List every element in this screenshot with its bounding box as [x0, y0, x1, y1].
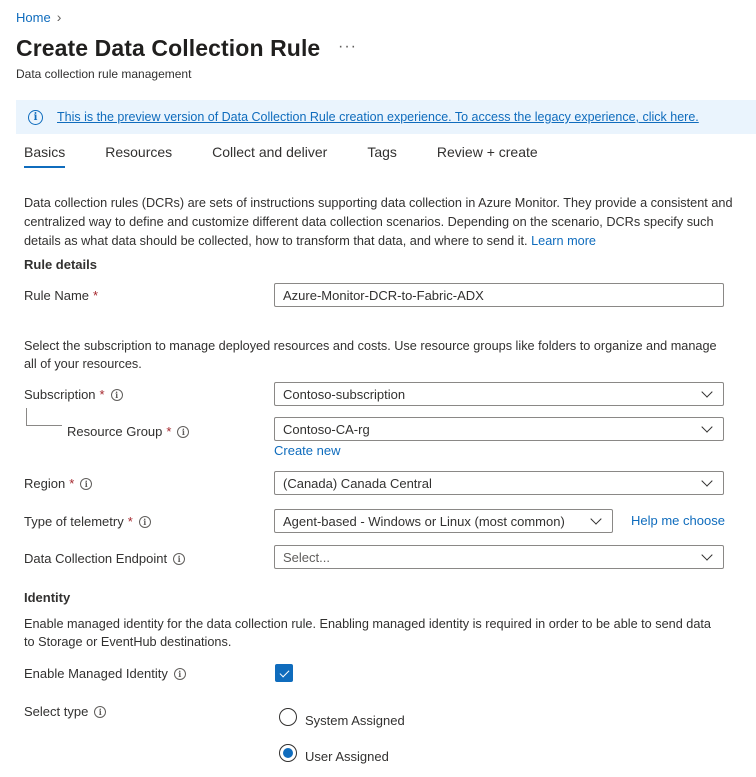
select-type-label-text: Select type — [24, 704, 89, 719]
rule-name-input[interactable]: Azure-Monitor-DCR-to-Fabric-ADX — [274, 283, 724, 307]
required-marker: * — [99, 387, 105, 402]
subscription-label: Subscription * i — [24, 387, 123, 402]
tab-review-create[interactable]: Review + create — [437, 144, 538, 168]
legacy-experience-link[interactable]: This is the preview version of Data Coll… — [57, 110, 699, 124]
endpoint-label: Data Collection Endpoint i — [24, 551, 186, 566]
system-assigned-label[interactable]: System Assigned — [305, 713, 405, 728]
breadcrumb-home-link[interactable]: Home — [16, 10, 51, 25]
tab-tags[interactable]: Tags — [367, 144, 397, 168]
chevron-right-icon: › — [56, 9, 62, 25]
help-me-choose-link[interactable]: Help me choose — [631, 513, 725, 528]
endpoint-dropdown[interactable]: Select... — [274, 545, 724, 569]
tab-bar: Basics Resources Collect and deliver Tag… — [24, 144, 578, 168]
info-icon[interactable]: i — [138, 515, 151, 528]
identity-description: Enable managed identity for the data col… — [24, 617, 711, 649]
chevron-down-icon — [590, 512, 602, 525]
chevron-down-icon — [701, 474, 713, 487]
region-label-text: Region — [24, 476, 66, 491]
chevron-down-icon — [701, 548, 713, 561]
region-dropdown[interactable]: (Canada) Canada Central — [274, 471, 724, 495]
rule-name-value: Azure-Monitor-DCR-to-Fabric-ADX — [283, 287, 484, 303]
required-marker: * — [69, 476, 75, 491]
endpoint-placeholder: Select... — [283, 549, 330, 565]
info-icon[interactable]: i — [173, 552, 186, 565]
resource-group-value: Contoso-CA-rg — [283, 421, 370, 437]
info-icon[interactable]: i — [110, 388, 123, 401]
tab-collect-and-deliver[interactable]: Collect and deliver — [212, 144, 327, 168]
resource-group-label: Resource Group * i — [67, 424, 190, 439]
required-marker: * — [127, 514, 133, 529]
tree-connector — [26, 408, 62, 426]
subscription-dropdown[interactable]: Contoso-subscription — [274, 382, 724, 406]
telemetry-type-value: Agent-based - Windows or Linux (most com… — [283, 513, 565, 529]
page-title: Create Data Collection Rule — [16, 35, 321, 61]
create-new-link[interactable]: Create new — [274, 443, 340, 458]
telemetry-type-label: Type of telemetry * i — [24, 514, 151, 529]
learn-more-link[interactable]: Learn more — [531, 234, 596, 248]
subscription-description: Select the subscription to manage deploy… — [24, 339, 717, 371]
region-label: Region * i — [24, 476, 93, 491]
rule-details-heading: Rule details — [24, 257, 97, 272]
subscription-label-text: Subscription — [24, 387, 96, 402]
info-icon[interactable]: i — [80, 477, 93, 490]
system-assigned-radio[interactable] — [279, 708, 297, 726]
breadcrumb: Home › — [16, 9, 61, 25]
tab-basics[interactable]: Basics — [24, 144, 66, 168]
intro-description: Data collection rules (DCRs) are sets of… — [24, 194, 736, 251]
telemetry-type-dropdown[interactable]: Agent-based - Windows or Linux (most com… — [274, 509, 613, 533]
endpoint-label-text: Data Collection Endpoint — [24, 551, 168, 566]
rule-name-label: Rule Name * — [24, 288, 98, 303]
enable-managed-identity-label: Enable Managed Identity i — [24, 666, 186, 681]
chevron-down-icon — [701, 420, 713, 433]
preview-banner: i This is the preview version of Data Co… — [16, 100, 756, 134]
page-subtitle: Data collection rule management — [16, 67, 192, 81]
user-assigned-label[interactable]: User Assigned — [305, 749, 389, 764]
info-icon[interactable]: i — [94, 705, 107, 718]
intro-text: Data collection rules (DCRs) are sets of… — [24, 196, 733, 248]
info-icon[interactable]: i — [177, 425, 190, 438]
identity-heading: Identity — [24, 590, 71, 605]
telemetry-type-label-text: Type of telemetry — [24, 514, 124, 529]
region-value: (Canada) Canada Central — [283, 475, 432, 491]
checkmark-icon — [279, 667, 289, 677]
enable-managed-identity-label-text: Enable Managed Identity — [24, 666, 168, 681]
user-assigned-radio[interactable] — [279, 744, 297, 762]
select-type-label: Select type i — [24, 704, 107, 719]
subscription-value: Contoso-subscription — [283, 386, 406, 402]
enable-managed-identity-checkbox[interactable] — [275, 664, 293, 682]
required-marker: * — [93, 288, 99, 303]
resource-group-dropdown[interactable]: Contoso-CA-rg — [274, 417, 724, 441]
resource-group-label-text: Resource Group — [67, 424, 163, 439]
chevron-down-icon — [701, 385, 713, 398]
tab-resources[interactable]: Resources — [105, 144, 172, 168]
required-marker: * — [166, 424, 172, 439]
info-icon: i — [28, 109, 43, 125]
info-icon[interactable]: i — [173, 667, 186, 680]
rule-name-label-text: Rule Name — [24, 288, 90, 303]
more-options-button[interactable]: ··· — [338, 38, 357, 56]
radio-selected-dot — [283, 748, 293, 758]
